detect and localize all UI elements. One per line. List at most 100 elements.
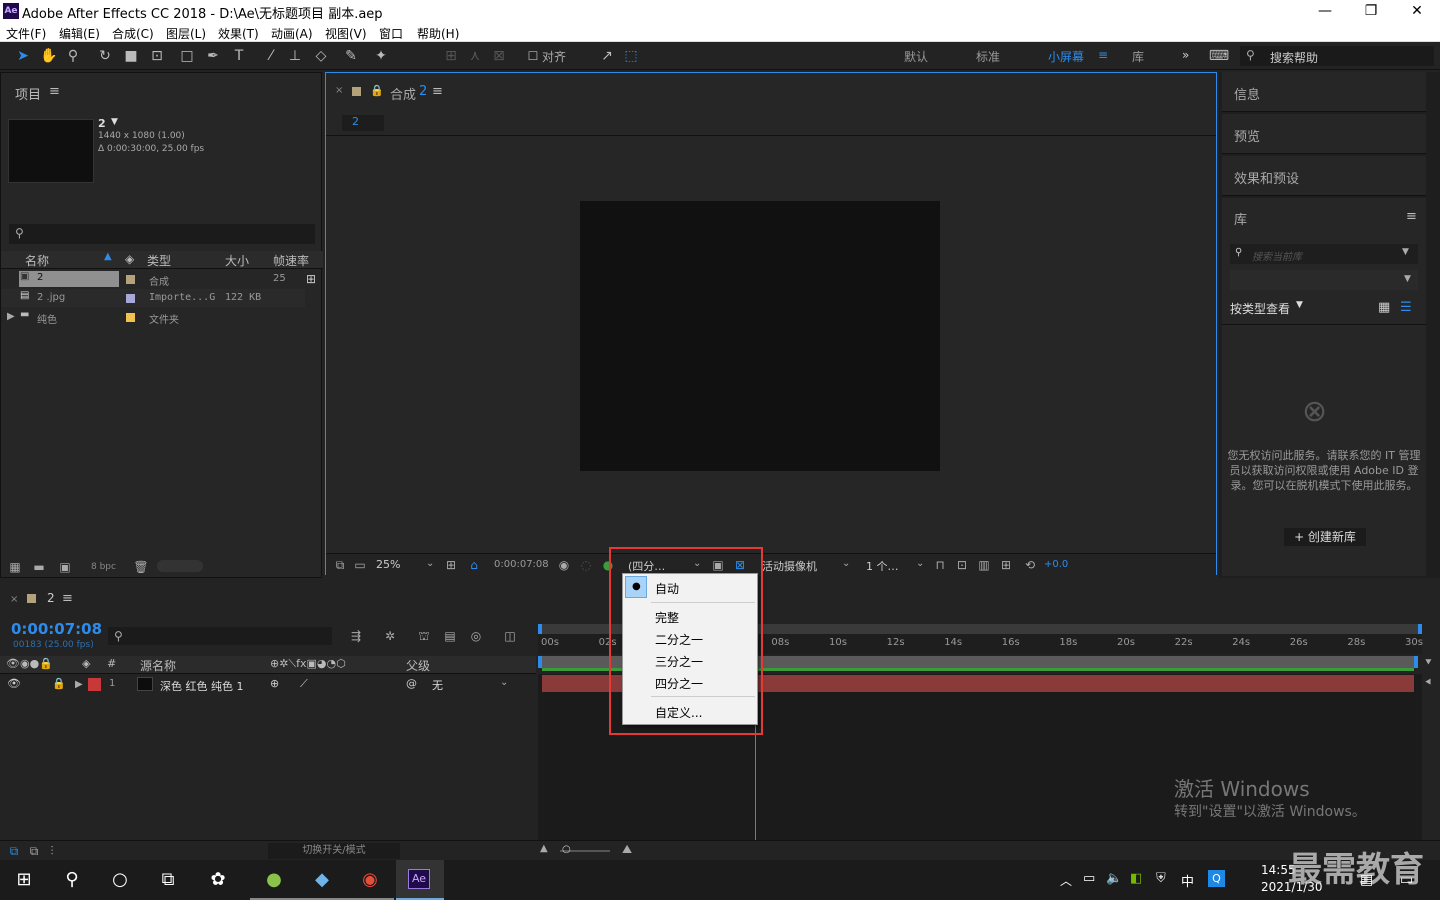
view-layout-select[interactable]: 1 个… (866, 558, 899, 574)
chevron-down-icon[interactable]: ⌄ (426, 558, 434, 569)
menu-animation[interactable]: 动画(A) (271, 25, 313, 42)
timeline-current-time[interactable]: 0:00:07:08 (11, 620, 102, 638)
timeline-menu-icon[interactable]: ≡ (62, 591, 73, 606)
column-fps[interactable]: 帧速率 (273, 252, 309, 269)
new-composition-icon[interactable]: ▣ (57, 559, 73, 575)
new-folder-icon[interactable]: ▬ (31, 559, 47, 575)
menu-composition[interactable]: 合成(C) (112, 25, 154, 42)
info-panel[interactable]: 信息 (1222, 72, 1426, 112)
flowchart-icon[interactable]: ⊞ (306, 272, 316, 286)
after-effects-taskbar-button[interactable]: Ae (396, 860, 444, 900)
workspace-menu-icon[interactable]: ≡ (1098, 48, 1108, 62)
timeline-search-input[interactable]: ⚲ (108, 627, 332, 645)
show-hidden-icons[interactable]: ︿ (1060, 872, 1072, 889)
delete-icon[interactable]: 🗑 (133, 559, 149, 575)
list-view-icon[interactable]: ☰ (1400, 300, 1412, 315)
camera-view-select[interactable]: 活动摄像机 (762, 558, 817, 574)
volume-icon[interactable]: 🔈 (1106, 871, 1122, 886)
column-name[interactable]: 名称 (25, 252, 49, 269)
project-row[interactable]: ▶ ▬ 纯色 文件夹 (1, 308, 305, 326)
current-time-display[interactable]: 0:00:07:08 (494, 559, 549, 570)
visibility-eye-icon[interactable]: 👁 (7, 677, 21, 690)
zoom-slider-thumb[interactable]: ○ (562, 844, 571, 855)
eraser-tool-icon[interactable]: ◇ (310, 46, 332, 66)
menu-help[interactable]: 帮助(H) (417, 25, 459, 42)
snap-icon[interactable]: ↗ (596, 46, 618, 66)
project-row[interactable]: ▣ 2 合成 25 ⊞ (1, 270, 316, 288)
help-search-input[interactable]: 搜索帮助 (1270, 49, 1318, 66)
chevron-down-icon[interactable]: ⌄ (916, 558, 924, 569)
world-axis-icon[interactable]: ⋏ (464, 46, 486, 66)
chevron-down-icon[interactable]: ▼ (1296, 300, 1303, 310)
cortana-icon[interactable]: ○ (96, 860, 144, 900)
task-view-icon[interactable]: ⧉ (144, 860, 192, 900)
toggle-switches-modes-button[interactable]: 切换开关/模式 (268, 843, 400, 859)
ime-indicator[interactable]: 中 (1181, 871, 1194, 890)
pan-behind-tool-icon[interactable]: ⊡ (146, 46, 168, 66)
melon-app-icon[interactable]: ● (250, 860, 298, 900)
exposure-value[interactable]: +0.0 (1044, 559, 1068, 570)
parent-column[interactable]: 父级 (406, 657, 430, 674)
effects-presets-panel[interactable]: 效果和预设 (1222, 156, 1426, 196)
chevron-down-icon[interactable]: ⌄ (842, 558, 850, 569)
column-size[interactable]: 大小 (225, 252, 249, 269)
zoom-select[interactable]: 25% (376, 558, 400, 571)
minimize-button[interactable]: — (1302, 0, 1348, 22)
pen-tool-icon[interactable]: ✒ (202, 46, 224, 66)
project-search-input[interactable]: ⚲ (9, 224, 315, 244)
modes-icon[interactable]: ⧉ (26, 843, 42, 859)
label-color-swatch[interactable] (126, 294, 135, 303)
roto-brush-tool-icon[interactable]: ✎ (340, 46, 362, 66)
monitor-icon[interactable]: ▭ (352, 557, 368, 573)
view-axis-icon[interactable]: ⊠ (488, 46, 510, 66)
reset-exposure-icon[interactable]: ⟲ (1022, 557, 1038, 573)
motion-blur-icon[interactable]: ◎ (468, 628, 484, 644)
timeline-icon[interactable]: ▥ (976, 557, 992, 573)
composition-mini-flowchart-icon[interactable]: ⇶ (348, 628, 364, 644)
type-tool-icon[interactable]: T (228, 46, 250, 66)
menu-file[interactable]: 文件(F) (6, 25, 46, 42)
in-out-icon[interactable]: ⫶ (44, 843, 60, 859)
project-row[interactable]: ▤ 2 .jpg Importe...G 122 KB (1, 289, 305, 307)
nvidia-icon[interactable]: ◧ (1130, 871, 1142, 886)
composition-tab-label[interactable]: 合成 (390, 84, 416, 103)
project-panel-title[interactable]: 项目 (15, 84, 41, 103)
label-column-icon[interactable]: ◈ (125, 252, 134, 266)
network-icon[interactable]: ▭ (1083, 871, 1095, 886)
close-button[interactable]: ✕ (1394, 0, 1440, 22)
expand-arrow-icon[interactable]: ▶ (75, 679, 83, 690)
close-tab-icon[interactable]: × (10, 594, 18, 605)
bit-depth-label[interactable]: 8 bpc (91, 562, 116, 572)
lock-icon[interactable]: 🔒 (52, 677, 66, 690)
menu-view[interactable]: 视图(V) (325, 25, 367, 42)
libraries-menu-icon[interactable]: ≡ (1406, 209, 1417, 224)
menu-effect[interactable]: 效果(T) (218, 25, 259, 42)
security-shield-icon[interactable]: ⛨ (1156, 871, 1166, 886)
workspace-default[interactable]: 默认 (904, 48, 928, 65)
action-center-icon[interactable]: ▭ (1400, 872, 1413, 888)
composition-menu-icon[interactable]: ≡ (432, 84, 443, 99)
source-name-column[interactable]: 源名称 (140, 657, 176, 674)
toggle-pixel-aspect-icon[interactable]: ⊓ (932, 557, 948, 573)
puppet-pin-tool-icon[interactable]: ✦ (370, 46, 392, 66)
av-features-icon[interactable]: 👁◉●🔒 (6, 657, 53, 670)
column-type[interactable]: 类型 (147, 252, 171, 269)
search-icon[interactable]: ⚲ (48, 860, 96, 900)
workspace-libraries[interactable]: 库 (1132, 48, 1144, 65)
camera-tool-icon[interactable]: ■ (120, 46, 142, 66)
hand-tool-icon[interactable]: ✋ (38, 46, 60, 66)
draft-3d-icon[interactable]: ✲ (382, 628, 398, 644)
lock-icon[interactable]: 🔒 (370, 84, 384, 97)
notes-app-icon[interactable]: ◆ (298, 860, 346, 900)
safe-margins-icon[interactable]: ⊞ (443, 557, 459, 573)
menu-edit[interactable]: 编辑(E) (59, 25, 100, 42)
sync-settings-icon[interactable]: ⌨ (1208, 46, 1230, 66)
align-checkbox[interactable]: ☐ (522, 46, 544, 66)
pinwheel-app-icon[interactable]: ✿ (194, 860, 242, 900)
pick-whip-icon[interactable]: @ (406, 677, 417, 690)
workspace-small-screen[interactable]: 小屏幕 (1048, 48, 1084, 65)
interpret-footage-icon[interactable]: ▦ (7, 559, 23, 575)
snapshot-icon[interactable]: ◉ (556, 557, 572, 573)
label-color-swatch[interactable] (126, 313, 135, 322)
clone-stamp-tool-icon[interactable]: ⊥ (284, 46, 306, 66)
